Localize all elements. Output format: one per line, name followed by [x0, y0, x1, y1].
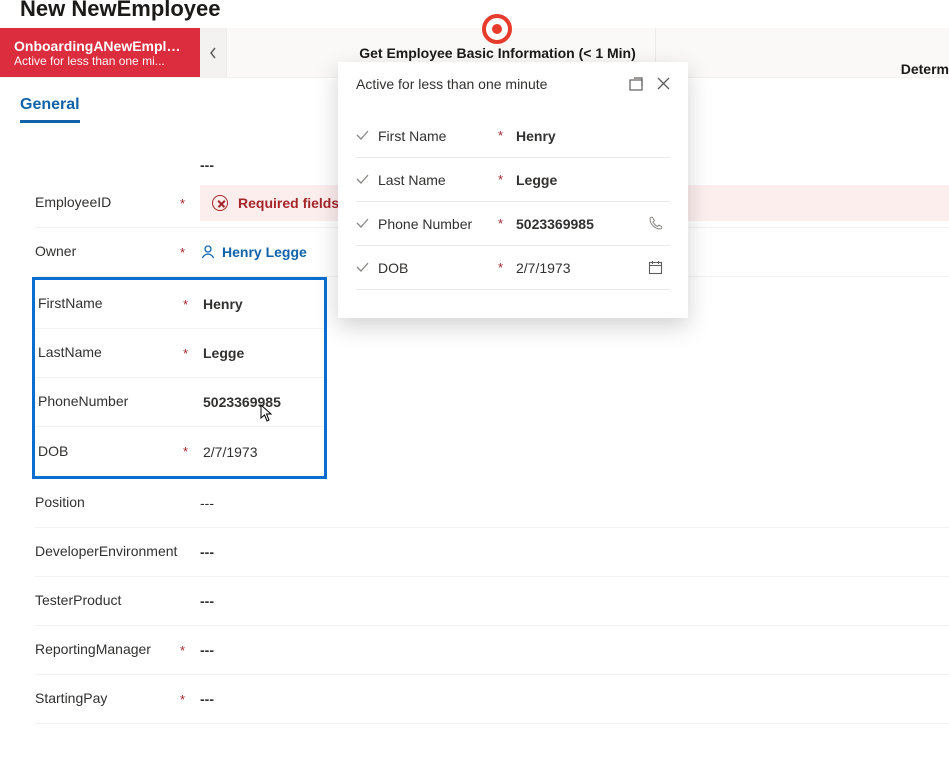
- required-mark: *: [180, 692, 200, 707]
- flyout-last-name-label: Last Name: [378, 172, 498, 188]
- flyout-dob-value[interactable]: 2/7/1973: [516, 260, 648, 276]
- flyout-first-name-value[interactable]: Henry: [516, 128, 648, 144]
- phone-label: PhoneNumber: [38, 387, 183, 417]
- flyout-phone-value[interactable]: 5023369985: [516, 216, 648, 232]
- phone-icon[interactable]: [648, 216, 670, 231]
- required-mark: *: [180, 643, 200, 658]
- flyout-title: Active for less than one minute: [356, 76, 547, 92]
- dob-label: DOB: [38, 437, 183, 467]
- reporting-label: ReportingManager: [35, 635, 180, 665]
- check-icon: [356, 130, 370, 141]
- flyout-dob-label: DOB: [378, 260, 498, 276]
- close-icon[interactable]: [657, 77, 670, 91]
- calendar-icon[interactable]: [648, 260, 670, 275]
- startingpay-label: StartingPay: [35, 684, 180, 714]
- required-mark: *: [183, 444, 203, 459]
- phone-value[interactable]: 5023369985: [203, 388, 324, 416]
- reporting-value[interactable]: ---: [200, 636, 949, 664]
- check-icon: [356, 174, 370, 185]
- flyout-dob-row: DOB * 2/7/1973: [356, 246, 670, 290]
- dev-env-value[interactable]: ---: [200, 538, 949, 566]
- flyout-phone-row: Phone Number * 5023369985: [356, 202, 670, 246]
- error-circle-icon: [212, 195, 228, 211]
- tester-value[interactable]: ---: [200, 587, 949, 615]
- owner-label: Owner: [35, 237, 180, 267]
- required-mark: *: [183, 297, 203, 312]
- stage-active-sub: Active for less than one mi...: [14, 54, 186, 68]
- dob-value[interactable]: 2/7/1973: [203, 438, 324, 466]
- position-value[interactable]: ---: [200, 489, 949, 517]
- tab-general[interactable]: General: [20, 96, 80, 123]
- stage-right[interactable]: Determ: [887, 28, 949, 77]
- stage-spacer: [226, 28, 340, 77]
- first-name-value[interactable]: Henry: [203, 290, 324, 318]
- flyout-last-name-value[interactable]: Legge: [516, 172, 648, 188]
- error-text: Required fields: [238, 195, 339, 211]
- position-label: Position: [35, 488, 180, 518]
- required-mark: *: [498, 260, 516, 275]
- person-icon: [200, 244, 216, 260]
- stage-active[interactable]: OnboardingANewEmplo... Active for less t…: [0, 28, 200, 77]
- flyout-first-name-label: First Name: [378, 128, 498, 144]
- target-indicator-icon: [482, 14, 512, 44]
- required-mark: *: [183, 346, 203, 361]
- flyout-phone-label: Phone Number: [378, 216, 498, 232]
- dock-icon[interactable]: [629, 77, 643, 91]
- flyout-first-name-row: First Name * Henry: [356, 114, 670, 158]
- chevron-left-icon: [208, 46, 218, 60]
- required-mark: *: [180, 196, 200, 211]
- required-mark: *: [180, 245, 200, 260]
- stage-spacer-2: [655, 28, 887, 77]
- page-title: New NewEmployee: [0, 0, 949, 28]
- required-mark: *: [498, 216, 516, 231]
- stage-active-title: OnboardingANewEmplo...: [14, 38, 186, 54]
- stage-flyout: Active for less than one minute First Na…: [338, 62, 688, 318]
- flyout-last-name-row: Last Name * Legge: [356, 158, 670, 202]
- dev-env-label: DeveloperEnvironment: [35, 537, 180, 567]
- check-icon: [356, 218, 370, 229]
- required-mark: *: [498, 172, 516, 187]
- startingpay-value[interactable]: ---: [200, 685, 949, 713]
- last-name-label: LastName: [38, 338, 183, 368]
- last-name-value[interactable]: Legge: [203, 339, 324, 367]
- highlighted-fields: FirstName * Henry LastName * Legge Phone…: [32, 277, 327, 479]
- first-name-label: FirstName: [38, 289, 183, 319]
- employee-id-label: EmployeeID: [35, 188, 180, 218]
- stage-collapse-button[interactable]: [200, 28, 226, 77]
- required-mark: *: [498, 128, 516, 143]
- tester-label: TesterProduct: [35, 586, 180, 616]
- check-icon: [356, 262, 370, 273]
- owner-name: Henry Legge: [222, 244, 307, 260]
